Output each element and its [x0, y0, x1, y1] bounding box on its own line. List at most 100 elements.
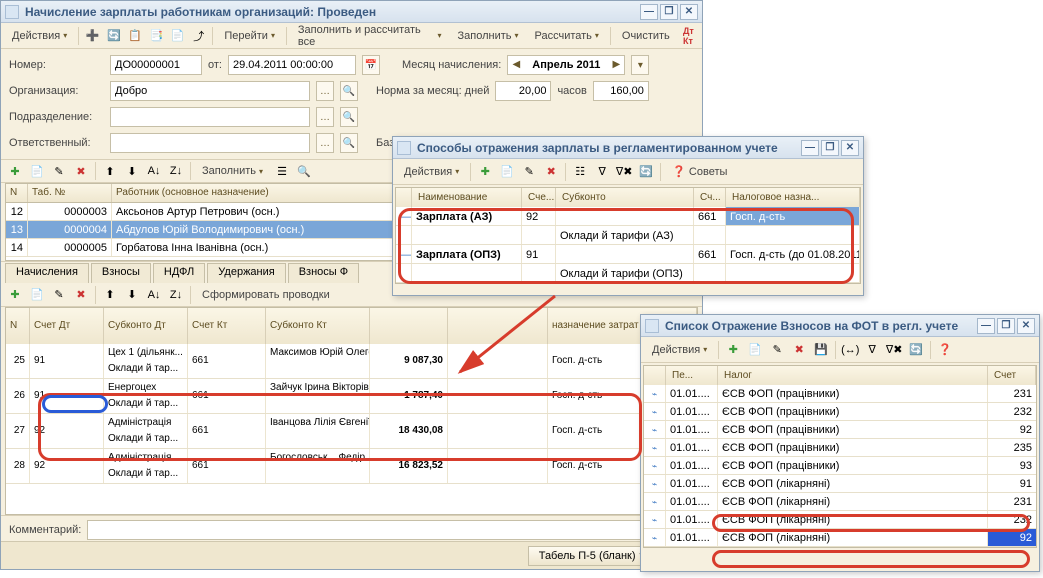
subdiv-open-button[interactable]: 🔍 [340, 107, 358, 127]
pcol-subkt[interactable]: Субконто Кт [266, 308, 370, 344]
win2-del-icon[interactable]: ✖ [541, 162, 561, 182]
number-field[interactable] [110, 55, 202, 75]
w3col-per[interactable]: Пе... [666, 366, 718, 385]
month-next-button[interactable]: ▶ [608, 56, 624, 74]
delete-row-icon[interactable]: ✖ [71, 161, 91, 181]
contribution-row[interactable]: ⌁01.01....ЄСВ ФОП (працівники)92 [644, 421, 1036, 439]
w2col-tax[interactable]: Налоговое назна... [726, 188, 860, 207]
date-field[interactable] [228, 55, 356, 75]
win2-hier-icon[interactable]: ☷ [570, 162, 590, 182]
p-copy-icon[interactable]: 📄 [27, 285, 47, 305]
contribution-row[interactable]: ⌁01.01....ЄСВ ФОП (лікарняні)91 [644, 475, 1036, 493]
move-up-icon[interactable]: ⬆ [100, 161, 120, 181]
tab-contrib-f[interactable]: Взносы Ф [288, 263, 359, 283]
contribution-row[interactable]: ⌁01.01....ЄСВ ФОП (працівники)232 [644, 403, 1036, 421]
tab-ndfl[interactable]: НДФЛ [153, 263, 205, 283]
org-field[interactable] [110, 81, 310, 101]
win3-edit-icon[interactable]: ✎ [767, 340, 787, 360]
w3col-tax[interactable]: Налог [718, 366, 988, 385]
reflection-subrow[interactable]: Оклади й тарифи (АЗ) [396, 226, 860, 245]
reflection-row[interactable]: —Зарплата (АЗ)92661Госп. д-сть [396, 207, 860, 226]
sort-desc-icon[interactable]: Z↓ [166, 161, 186, 181]
pcol-n[interactable]: N [6, 308, 30, 344]
w2col-marker[interactable] [396, 188, 412, 207]
sort-asc-icon[interactable]: A↓ [144, 161, 164, 181]
w2col-dt[interactable]: Сче... [522, 188, 556, 207]
win3-add-icon[interactable]: ✚ [723, 340, 743, 360]
win2-maximize-button[interactable]: ❐ [821, 140, 839, 156]
win3-close-button[interactable]: ✕ [1017, 318, 1035, 334]
close-button[interactable]: ✕ [680, 4, 698, 20]
win3-clear-filter-icon[interactable]: ∇✖ [884, 340, 904, 360]
p-down-icon[interactable]: ⬇ [122, 285, 142, 305]
reflection-subrow[interactable]: Оклади й тарифи (ОПЗ) [396, 264, 860, 283]
win2-refresh-icon[interactable]: 🔄 [636, 162, 656, 182]
dtkt-icon[interactable]: ДтКт [679, 26, 698, 46]
posting-row[interactable]: 2591Цех 1 (дільянк...Оклади й тар...661М… [6, 344, 697, 379]
pcol-kt[interactable]: Счет Кт [188, 308, 266, 344]
reflection-row[interactable]: —Зарплата (ОПЗ)91661Госп. д-сть (до 01.0… [396, 245, 860, 264]
fill-employees-button[interactable]: Заполнить▾ [195, 161, 270, 181]
find-icon[interactable]: 🔍 [294, 161, 314, 181]
form-postings-button[interactable]: Сформировать проводки [195, 285, 337, 305]
win3-copy-icon[interactable]: 📄 [745, 340, 765, 360]
calc-menu[interactable]: Рассчитать▾ [528, 26, 606, 46]
norm-days-field[interactable] [495, 81, 551, 101]
pcol-subdt[interactable]: Субконто Дт [104, 308, 188, 344]
w2col-name[interactable]: Наименование [412, 188, 522, 207]
win2-filter-icon[interactable]: ∇ [592, 162, 612, 182]
contribution-row[interactable]: ⌁01.01....ЄСВ ФОП (працівники)93 [644, 457, 1036, 475]
win3-maximize-button[interactable]: ❐ [997, 318, 1015, 334]
date-picker-button[interactable]: 📅 [362, 55, 380, 75]
win3-grid[interactable]: Пе... Налог Счет ⌁01.01....ЄСВ ФОП (прац… [643, 365, 1037, 548]
win3-refresh-icon[interactable]: 🔄 [906, 340, 926, 360]
p-add-icon[interactable]: ✚ [5, 285, 25, 305]
norm-hours-field[interactable] [593, 81, 649, 101]
win2-actions-menu[interactable]: Действия▾ [397, 162, 466, 182]
clear-button[interactable]: Очистить [615, 26, 677, 46]
win3-actions-menu[interactable]: Действия▾ [645, 340, 714, 360]
win2-tips-button[interactable]: ❓ Советы [665, 162, 734, 182]
posting-row[interactable]: 2892АдміністраціяОклади й тар...661Богос… [6, 449, 697, 484]
win3-save-icon[interactable]: 💾 [811, 340, 831, 360]
fill-menu[interactable]: Заполнить▾ [450, 26, 525, 46]
add-icon[interactable]: ➕ [83, 26, 102, 46]
win3-help-icon[interactable]: ❓ [935, 340, 955, 360]
actions-menu[interactable]: Действия▾ [5, 26, 74, 46]
contribution-row[interactable]: ⌁01.01....ЄСВ ФОП (працівники)231 [644, 385, 1036, 403]
post-icon[interactable]: 📑 [147, 26, 166, 46]
tab-deductions[interactable]: Удержания [207, 263, 285, 283]
contribution-row[interactable]: ⌁01.01....ЄСВ ФОП (лікарняні)92 [644, 529, 1036, 547]
posting-row[interactable]: 2792АдміністраціяОклади й тар...661Іванц… [6, 414, 697, 449]
p-del-icon[interactable]: ✖ [71, 285, 91, 305]
p-edit-icon[interactable]: ✎ [49, 285, 69, 305]
refresh-icon[interactable]: 🔄 [104, 26, 123, 46]
w3col-marker[interactable] [644, 366, 666, 385]
maximize-button[interactable]: ❐ [660, 4, 678, 20]
col-n[interactable]: N [6, 184, 28, 202]
pick-icon[interactable]: ☰ [272, 161, 292, 181]
p-up-icon[interactable]: ⬆ [100, 285, 120, 305]
pcol-empty[interactable] [448, 308, 548, 344]
org-select-button[interactable]: … [316, 81, 334, 101]
unpost-icon[interactable]: 📄 [168, 26, 187, 46]
goto-menu[interactable]: Перейти▾ [217, 26, 282, 46]
copy-row-icon[interactable]: 📄 [27, 161, 47, 181]
p-sort-desc-icon[interactable]: Z↓ [166, 285, 186, 305]
org-open-button[interactable]: 🔍 [340, 81, 358, 101]
postings-grid[interactable]: N Счет Дт Субконто Дт Счет Кт Субконто К… [5, 307, 698, 515]
contribution-row[interactable]: ⌁01.01....ЄСВ ФОП (працівники)235 [644, 439, 1036, 457]
win2-edit-icon[interactable]: ✎ [519, 162, 539, 182]
resp-open-button[interactable]: 🔍 [340, 133, 358, 153]
tab-accruals[interactable]: Начисления [5, 263, 89, 283]
win3-filter-icon[interactable]: ∇ [862, 340, 882, 360]
pcol-sum[interactable] [370, 308, 448, 344]
win2-grid[interactable]: Наименование Сче... Субконто Сч... Налог… [395, 187, 861, 284]
contribution-row[interactable]: ⌁01.01....ЄСВ ФОП (лікарняні)231 [644, 493, 1036, 511]
col-tab[interactable]: Таб. № [28, 184, 112, 202]
posting-row[interactable]: 2691ЕнергоцехОклади й тар...661Зайчук Ір… [6, 379, 697, 414]
win2-clear-filter-icon[interactable]: ∇✖ [614, 162, 634, 182]
resp-field[interactable] [110, 133, 310, 153]
edit-row-icon[interactable]: ✎ [49, 161, 69, 181]
comment-field[interactable] [87, 520, 694, 540]
